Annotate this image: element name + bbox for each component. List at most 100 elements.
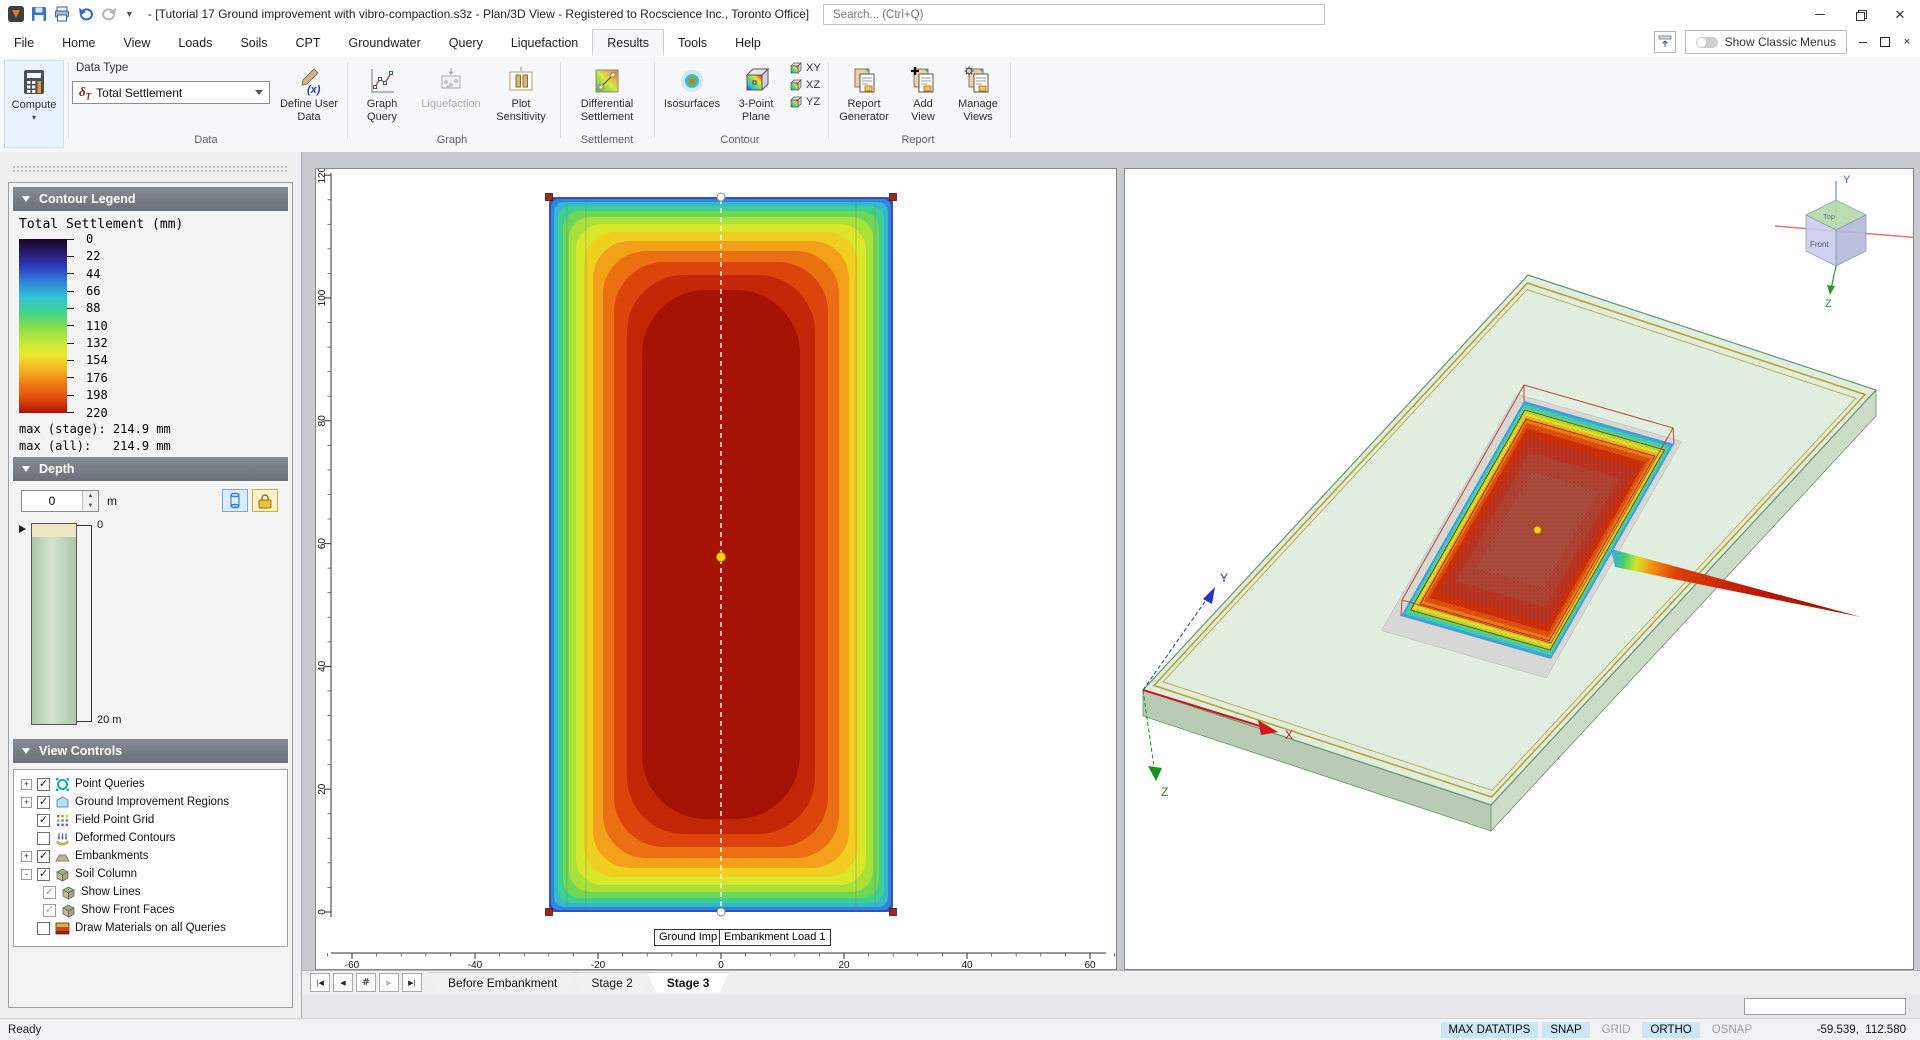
tab-groundwater[interactable]: Groundwater — [335, 30, 435, 55]
tree-item-field-point-grid[interactable]: ✓Field Point Grid — [14, 811, 287, 829]
view-controls-header[interactable]: View Controls — [13, 739, 288, 763]
app-icon[interactable] — [8, 6, 24, 22]
checkbox[interactable]: ✓ — [37, 814, 50, 827]
data-type-dropdown[interactable]: δT Total Settlement — [72, 81, 270, 104]
plot-sensitivity-button[interactable]: Plot Sensitivity — [490, 60, 552, 123]
checkbox[interactable]: ✓ — [37, 778, 50, 791]
isosurfaces-icon — [658, 60, 726, 96]
contour-legend-header[interactable]: Contour Legend — [13, 187, 288, 211]
tree-item-show-front-faces[interactable]: ✓Show Front Faces — [14, 901, 287, 919]
osnap-toggle[interactable]: OSNAP — [1704, 1022, 1760, 1038]
expander[interactable]: + — [21, 797, 32, 808]
y-axis-tick-label: 100 — [317, 289, 328, 306]
tab-stage-2[interactable]: Stage 2 — [571, 973, 652, 993]
plane-xy-button[interactable]: XY — [788, 61, 821, 75]
max-datatips-toggle[interactable]: MAX DATATIPS — [1441, 1022, 1539, 1038]
tab-home[interactable]: Home — [48, 30, 109, 55]
save-icon[interactable] — [31, 6, 47, 22]
mdi-close-button[interactable]: × — [1900, 35, 1914, 49]
show-classic-menus-toggle[interactable]: Show Classic Menus — [1685, 30, 1847, 54]
search-input[interactable] — [823, 4, 1325, 25]
checkbox[interactable]: ✓ — [37, 850, 50, 863]
tab-results[interactable]: Results — [592, 29, 664, 56]
restore-button[interactable] — [1840, 0, 1880, 28]
expander[interactable]: + — [21, 779, 32, 790]
tree-item-soil-column[interactable]: -✓Soil Column — [14, 865, 287, 883]
tab-soils[interactable]: Soils — [226, 30, 281, 55]
tab-cpt[interactable]: CPT — [282, 30, 335, 55]
quick-access-caret-icon[interactable]: ▼ — [125, 9, 134, 19]
checkbox[interactable]: ✓ — [43, 886, 56, 899]
depth-lock-button[interactable] — [252, 489, 278, 512]
checkbox[interactable]: ✓ — [37, 796, 50, 809]
graph-query-button[interactable]: Graph Query — [352, 60, 412, 123]
minimize-button[interactable] — [1800, 0, 1840, 28]
tab-before-embankment[interactable]: Before Embankment — [428, 973, 577, 993]
cube-front-label: Front — [1810, 240, 1829, 249]
tab-stage-3[interactable]: Stage 3 — [647, 973, 730, 993]
next-stage-button[interactable]: ▶ — [379, 973, 399, 992]
mdi-restore-button[interactable] — [1878, 35, 1892, 49]
close-button[interactable]: ✕ — [1880, 0, 1920, 28]
grid-toggle[interactable]: GRID — [1594, 1022, 1639, 1038]
expander[interactable]: - — [21, 869, 32, 880]
checkbox[interactable] — [37, 832, 50, 845]
checkbox[interactable] — [37, 922, 50, 935]
tab-query[interactable]: Query — [435, 30, 497, 55]
embankment-load-label[interactable]: Embankment Load 1 — [719, 929, 831, 946]
print-icon[interactable] — [54, 6, 70, 22]
chevron-down-icon — [255, 90, 263, 95]
soil-column-preview[interactable]: 0 20 m — [19, 523, 279, 735]
ribbon-pin-icon[interactable] — [1654, 31, 1676, 53]
liquefaction-button[interactable]: Liquefaction — [418, 60, 484, 111]
tab-tools[interactable]: Tools — [664, 30, 721, 55]
expander[interactable]: + — [21, 851, 32, 862]
compute-button[interactable]: Compute ▾ — [4, 60, 64, 148]
differential-settlement-button[interactable]: Differential Settlement — [566, 60, 648, 123]
compute-dropdown-caret-icon[interactable]: ▾ — [5, 112, 63, 125]
three-point-plane-button[interactable]: 3-Point Plane — [728, 60, 784, 123]
soil-cube-icon — [61, 903, 76, 918]
tab-help[interactable]: Help — [721, 30, 775, 55]
view-3d-pane[interactable]: Y X Z Top Front Z Y X — [1124, 168, 1914, 970]
ortho-toggle[interactable]: ORTHO — [1642, 1022, 1699, 1038]
depth-spinner[interactable]: ▲▼ — [82, 491, 98, 511]
undo-icon[interactable] — [77, 6, 94, 22]
panel-grip-handle[interactable] — [12, 165, 289, 173]
snap-toggle[interactable]: SNAP — [1542, 1022, 1589, 1038]
ground-improvement-label[interactable]: Ground Imp — [654, 929, 720, 946]
legend-tick: 0 — [67, 233, 93, 245]
depth-marker-icon[interactable] — [19, 525, 26, 533]
stage-list-button[interactable]: # — [356, 973, 376, 992]
view-cube[interactable]: Top Front Z Y X — [1775, 174, 1913, 310]
tree-item-embankments[interactable]: +✓Embankments — [14, 847, 287, 865]
tree-item-draw-materials[interactable]: Draw Materials on all Queries — [14, 919, 287, 937]
prev-stage-button[interactable]: ◀ — [333, 973, 353, 992]
tab-file[interactable]: File — [0, 30, 48, 55]
mdi-minimize-button[interactable] — [1856, 35, 1870, 49]
tab-liquefaction[interactable]: Liquefaction — [497, 30, 592, 55]
tab-loads[interactable]: Loads — [164, 30, 226, 55]
redo-icon[interactable] — [101, 6, 118, 22]
checkbox[interactable]: ✓ — [43, 904, 56, 917]
plan-view-pane[interactable]: 020406080100120-60-40-200204060 Ground I… — [315, 168, 1117, 970]
last-stage-button[interactable]: ▶| — [402, 973, 422, 992]
depth-input[interactable]: 0 ▲▼ — [21, 490, 99, 512]
tree-item-point-queries[interactable]: +✓Point Queries — [14, 775, 287, 793]
define-user-data-button[interactable]: (x) Define User Data — [278, 60, 340, 123]
report-generator-button[interactable]: Report Generator — [832, 60, 896, 123]
isosurfaces-button[interactable]: Isosurfaces — [658, 60, 726, 111]
plane-yz-button[interactable]: YZ — [788, 95, 821, 109]
tree-item-deformed-contours[interactable]: Deformed Contours — [14, 829, 287, 847]
tree-item-ground-improvement-regions[interactable]: +✓Ground Improvement Regions — [14, 793, 287, 811]
tree-item-show-lines[interactable]: ✓Show Lines — [14, 883, 287, 901]
depth-soil-column-button[interactable] — [222, 489, 248, 512]
checkbox[interactable]: ✓ — [37, 868, 50, 881]
add-view-button[interactable]: Add View — [900, 60, 946, 123]
depth-header[interactable]: Depth — [13, 457, 288, 481]
tab-view[interactable]: View — [110, 30, 165, 55]
plane-xz-button[interactable]: XZ — [788, 78, 821, 92]
plane-xz-icon — [788, 78, 803, 92]
manage-views-button[interactable]: Manage Views — [950, 60, 1006, 123]
first-stage-button[interactable]: |◀ — [310, 973, 330, 992]
